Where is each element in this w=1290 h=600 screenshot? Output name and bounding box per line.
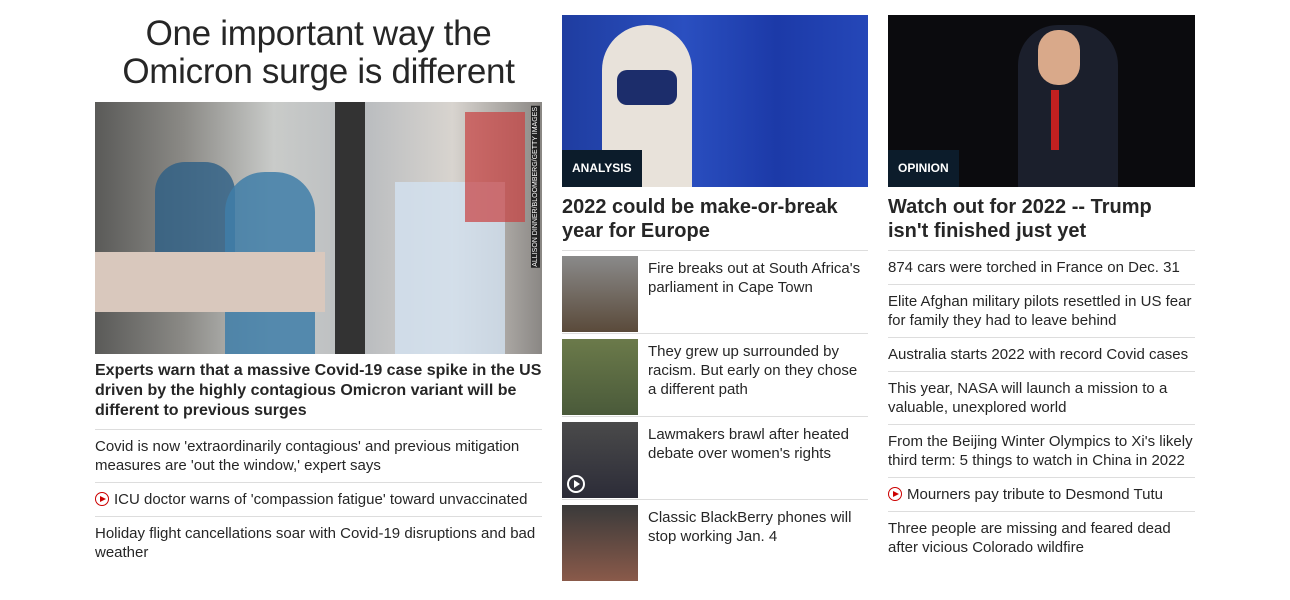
play-video-icon <box>95 492 109 506</box>
trump-image[interactable]: OPINION <box>888 15 1195 187</box>
top-headline[interactable]: One important way the Omicron surge is d… <box>95 15 542 91</box>
item-text: Australia starts 2022 with record Covid … <box>888 346 1189 363</box>
list-item[interactable]: This year, NASA will launch a mission to… <box>888 371 1195 424</box>
play-video-icon <box>888 487 902 501</box>
list-item[interactable]: Elite Afghan military pilots resettled i… <box>888 284 1195 337</box>
photo-credit: ALLISON DINNER/BLOOMBERG/GETTY IMAGES <box>531 106 540 268</box>
list-item[interactable]: Three people are missing and feared dead… <box>888 511 1195 564</box>
list-item[interactable]: Covid is now 'extraordinarily contagious… <box>95 429 542 482</box>
item-text: Holiday flight cancellations soar with C… <box>95 525 536 561</box>
top-story-column: One important way the Omicron surge is d… <box>95 15 542 569</box>
man-thumbnail <box>562 339 638 415</box>
item-text: Lawmakers brawl after heated debate over… <box>648 426 849 462</box>
item-text: Covid is now 'extraordinarily contagious… <box>95 438 520 474</box>
europe-headline[interactable]: 2022 could be make-or-break year for Eur… <box>562 195 868 243</box>
europe-image[interactable]: ANALYSIS <box>562 15 868 187</box>
fire-thumbnail <box>562 256 638 332</box>
opinion-column: OPINION Watch out for 2022 -- Trump isn'… <box>888 15 1195 564</box>
list-item[interactable]: ICU doctor warns of 'compassion fatigue'… <box>95 482 542 516</box>
analysis-tag: ANALYSIS <box>562 150 642 187</box>
list-item[interactable]: Classic BlackBerry phones will stop work… <box>562 499 868 582</box>
item-text: They grew up surrounded by racism. But e… <box>648 343 858 398</box>
item-text: Fire breaks out at South Africa's parlia… <box>648 260 861 296</box>
list-item[interactable]: Holiday flight cancellations soar with C… <box>95 516 542 569</box>
blackberry-thumbnail <box>562 505 638 581</box>
lead-story-link[interactable]: Experts warn that a massive Covid-19 cas… <box>95 361 542 429</box>
item-text: ICU doctor warns of 'compassion fatigue'… <box>114 491 528 508</box>
item-text: From the Beijing Winter Olympics to Xi's… <box>888 433 1193 469</box>
item-text: Classic BlackBerry phones will stop work… <box>648 509 852 545</box>
list-item[interactable]: They grew up surrounded by racism. But e… <box>562 333 868 416</box>
item-text: Three people are missing and feared dead… <box>888 520 1171 556</box>
item-text: Elite Afghan military pilots resettled i… <box>888 293 1192 329</box>
play-video-icon <box>567 475 585 493</box>
item-text: This year, NASA will launch a mission to… <box>888 380 1168 416</box>
list-item[interactable]: From the Beijing Winter Olympics to Xi's… <box>888 424 1195 477</box>
item-text: Mourners pay tribute to Desmond Tutu <box>907 486 1163 503</box>
trump-headline[interactable]: Watch out for 2022 -- Trump isn't finish… <box>888 195 1195 243</box>
list-item[interactable]: Mourners pay tribute to Desmond Tutu <box>888 477 1195 511</box>
list-item[interactable]: Australia starts 2022 with record Covid … <box>888 337 1195 371</box>
item-text: 874 cars were torched in France on Dec. … <box>888 259 1180 276</box>
list-item[interactable]: 874 cars were torched in France on Dec. … <box>888 250 1195 284</box>
opinion-tag: OPINION <box>888 150 959 187</box>
analysis-column: ANALYSIS 2022 could be make-or-break yea… <box>562 15 868 582</box>
lawmakers-thumbnail <box>562 422 638 498</box>
list-item[interactable]: Fire breaks out at South Africa's parlia… <box>562 250 868 333</box>
list-item[interactable]: Lawmakers brawl after heated debate over… <box>562 416 868 499</box>
hero-image[interactable]: ALLISON DINNER/BLOOMBERG/GETTY IMAGES <box>95 102 542 354</box>
